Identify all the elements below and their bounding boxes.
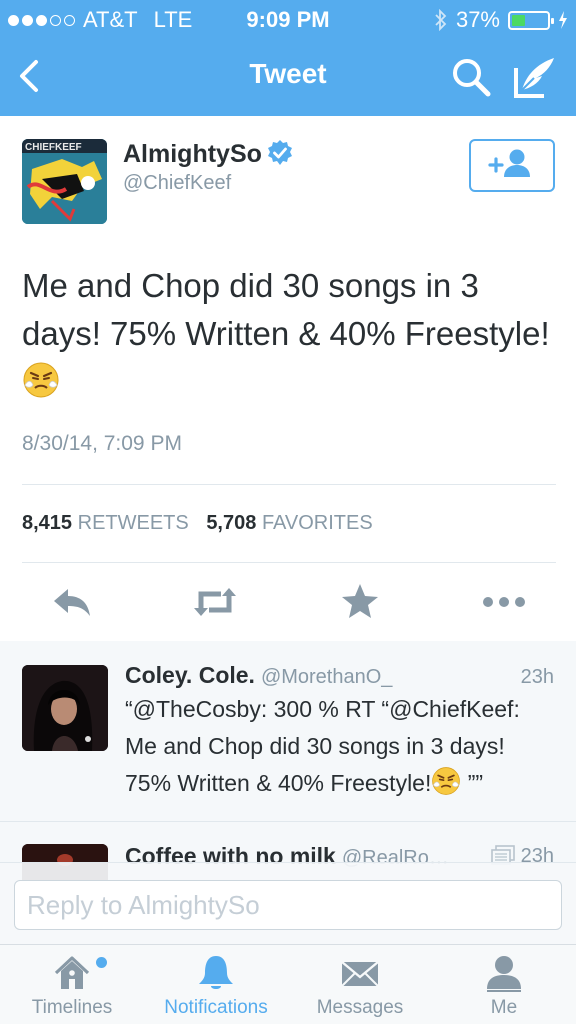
reply-bar <box>0 862 576 944</box>
tweet-text-body: Me and Chop did 30 songs in 3 days! 75% … <box>22 267 550 352</box>
retweet-icon[interactable] <box>191 580 239 624</box>
retweets-count: 8,415 <box>22 512 73 534</box>
reply-item[interactable]: Coley. Cole. @MorethanO_ 23h “@TheCosby: … <box>0 641 576 821</box>
search-icon[interactable] <box>449 55 493 99</box>
bluetooth-icon <box>435 9 447 31</box>
favorite-star-icon[interactable] <box>336 580 384 624</box>
tab-me[interactable]: Me <box>432 945 576 1024</box>
tweet-stats: 8,415 RETWEETS 5,708 FAVORITES <box>22 512 373 535</box>
reply-text: “@TheCosby: 300 % RT “@ChiefKeef: Me and… <box>125 691 555 802</box>
header: AT&T LTE 9:09 PM 37% Tweet <box>0 0 576 116</box>
charging-icon <box>559 11 567 29</box>
reply-icon[interactable] <box>48 580 96 624</box>
status-right: 37% <box>434 7 568 33</box>
favorites-count: 5,708 <box>206 512 257 534</box>
reply-text-suffix: ”” <box>467 770 484 796</box>
battery-percent: 37% <box>455 7 500 32</box>
tab-notifications[interactable]: Notifications <box>144 945 288 1024</box>
new-content-dot <box>96 957 107 968</box>
follow-button[interactable] <box>469 139 555 192</box>
compose-icon[interactable] <box>512 54 558 100</box>
reply-author-name[interactable]: Coley. Cole. <box>125 662 255 688</box>
home-icon <box>54 956 90 989</box>
avatar-logo-text: CHIEFKEEF <box>25 142 82 153</box>
tab-timelines[interactable]: Timelines <box>0 945 144 1024</box>
angry-face-emoji <box>432 767 461 795</box>
tweet-text: Me and Chop did 30 songs in 3 days! 75% … <box>22 262 552 406</box>
reply-time: 23h <box>520 666 554 688</box>
author-name[interactable]: AlmightySo <box>123 140 262 169</box>
battery-icon <box>508 10 554 30</box>
favorites-label: FAVORITES <box>261 512 373 534</box>
bell-icon <box>199 956 233 989</box>
retweets-label: RETWEETS <box>77 512 189 534</box>
divider <box>22 562 556 563</box>
retweets-stat[interactable]: 8,415 RETWEETS <box>22 512 189 534</box>
tab-label: Timelines <box>31 997 113 1018</box>
tab-messages[interactable]: Messages <box>288 945 432 1024</box>
favorites-stat[interactable]: 5,708 FAVORITES <box>206 512 372 534</box>
divider <box>22 484 556 485</box>
envelope-icon <box>341 961 379 987</box>
person-icon <box>487 956 521 992</box>
tab-label: Me <box>490 997 518 1018</box>
reply-avatar[interactable] <box>22 665 108 751</box>
author-avatar[interactable]: CHIEFKEEF <box>22 139 107 224</box>
more-icon[interactable] <box>480 580 528 624</box>
verified-badge-icon <box>268 140 292 165</box>
tab-label: Notifications <box>164 997 268 1018</box>
tweet-date: 8/30/14, 7:09 PM <box>22 432 182 455</box>
nav-bar: Tweet <box>0 40 576 116</box>
tab-bar: Timelines Notifications Messages Me <box>0 944 576 1024</box>
status-bar: AT&T LTE 9:09 PM 37% <box>0 0 576 40</box>
reply-author: Coley. Cole. @MorethanO_ <box>125 662 392 689</box>
author-handle[interactable]: @ChiefKeef <box>123 172 231 195</box>
tab-label: Messages <box>316 997 404 1018</box>
angry-face-emoji <box>23 362 59 398</box>
reply-text-body: “@TheCosby: 300 % RT “@ChiefKeef: Me and… <box>125 696 520 796</box>
reply-input[interactable] <box>14 880 562 930</box>
reply-author-handle[interactable]: @MorethanO_ <box>261 666 392 688</box>
add-user-icon <box>488 149 530 177</box>
